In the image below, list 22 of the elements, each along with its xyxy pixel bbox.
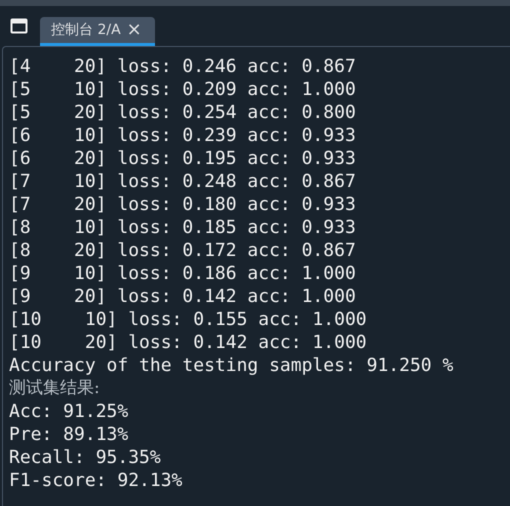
console-line: Acc: 91.25% (9, 400, 128, 423)
console-line: [9 20] loss: 0.142 acc: 1.000 (9, 285, 356, 308)
console-line: [7 20] loss: 0.180 acc: 0.933 (9, 193, 356, 216)
console-heading: 测试集结果: (9, 377, 100, 400)
console-line: Accuracy of the testing samples: 91.250 % (9, 354, 454, 377)
console-line: [5 10] loss: 0.209 acc: 1.000 (9, 78, 356, 101)
close-button[interactable]: × (126, 21, 142, 39)
console-line: [8 20] loss: 0.172 acc: 0.867 (9, 239, 356, 262)
console-line: [8 10] loss: 0.185 acc: 0.933 (9, 216, 356, 239)
console-line: Recall: 95.35% (9, 446, 161, 469)
console-line: [6 20] loss: 0.195 acc: 0.933 (9, 147, 356, 170)
console-line: [9 10] loss: 0.186 acc: 1.000 (9, 262, 356, 285)
console-line: [4 20] loss: 0.246 acc: 0.867 (9, 55, 356, 78)
console-tab[interactable]: 控制台 2/A × (40, 17, 155, 46)
console-line: [10 20] loss: 0.142 acc: 1.000 (9, 331, 367, 354)
console-line: [5 20] loss: 0.254 acc: 0.800 (9, 101, 356, 124)
console-line: [10 10] loss: 0.155 acc: 1.000 (9, 308, 367, 331)
console-line: F1-score: 92.13% (9, 469, 182, 492)
console-line: [7 10] loss: 0.248 acc: 0.867 (9, 170, 356, 193)
window-icon[interactable] (10, 18, 28, 34)
console-line: [6 10] loss: 0.239 acc: 0.933 (9, 124, 356, 147)
console-line: Pre: 89.13% (9, 423, 128, 446)
